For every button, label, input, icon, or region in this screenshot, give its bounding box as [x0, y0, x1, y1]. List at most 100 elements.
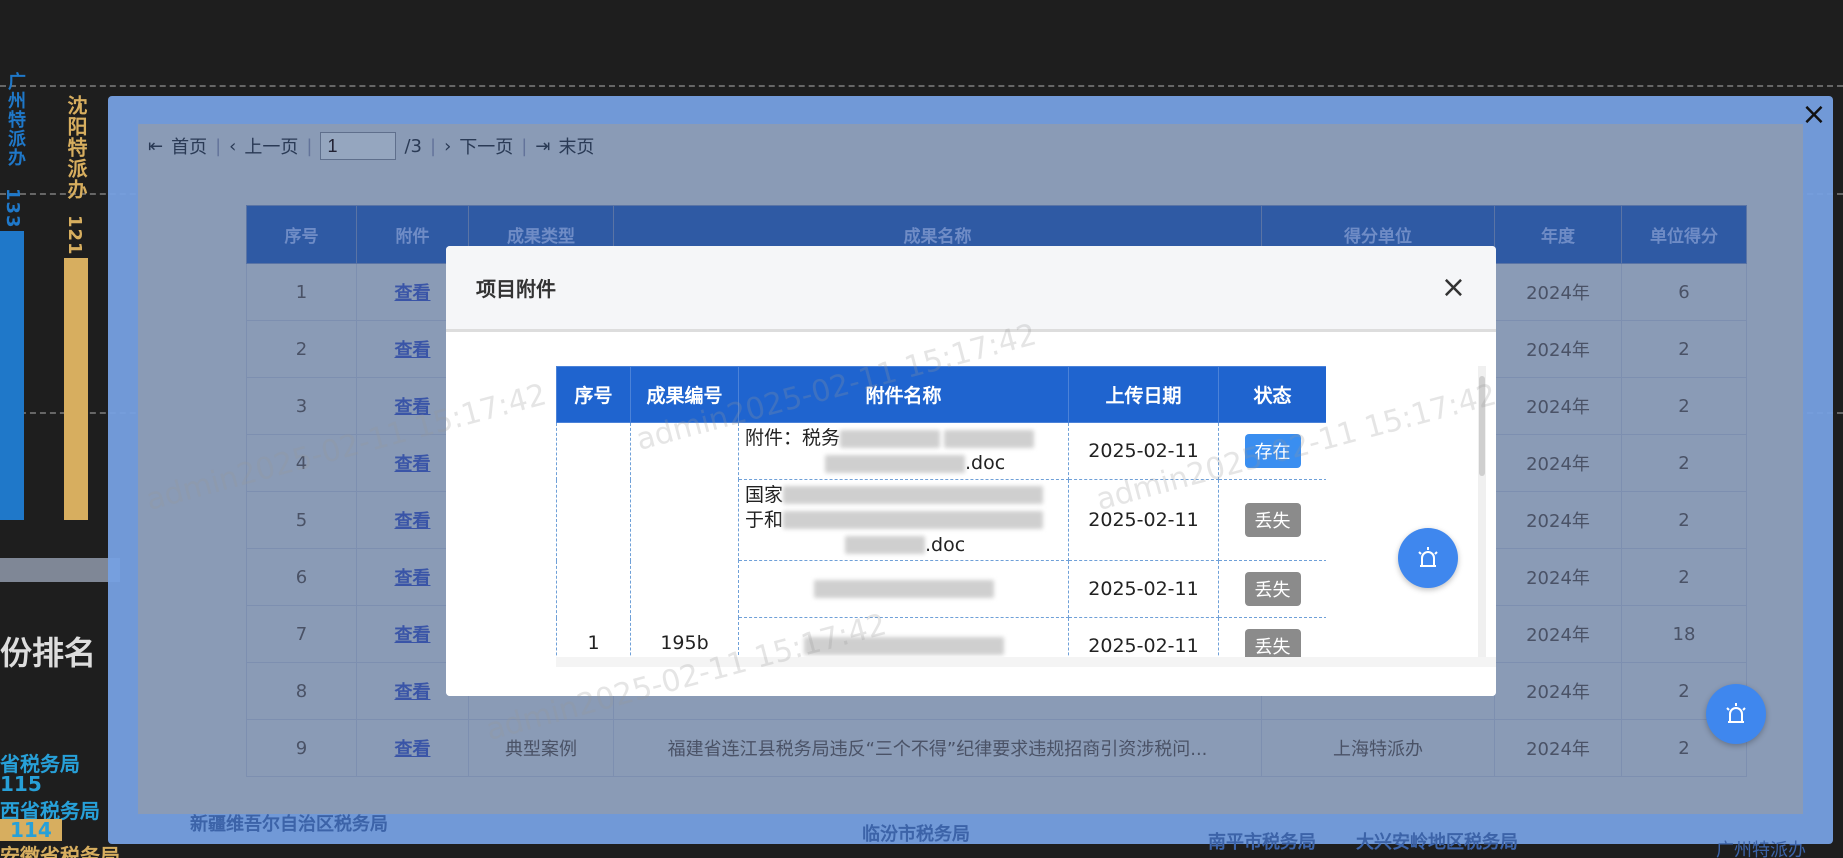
modal-header: 项目附件 ×	[446, 246, 1496, 330]
row-number: 1	[556, 422, 631, 657]
bar-value: 121	[64, 215, 85, 256]
footer-label: 大兴安岭地区税务局	[1356, 832, 1518, 853]
year: 2024年	[1494, 263, 1622, 321]
status-badge[interactable]: 丢失	[1244, 629, 1301, 657]
prev-page-button[interactable]: 上一页	[244, 133, 298, 159]
footer-label: 广州特派办	[1716, 840, 1806, 858]
vertical-scrollbar[interactable]	[1478, 366, 1486, 657]
attachment-name[interactable]	[738, 560, 1069, 618]
attachments-modal: 项目附件 × 序号 成果编号 附件名称 上传日期 状态 1 195b 附件：税务…	[446, 246, 1496, 696]
status-badge[interactable]: 丢失	[1244, 572, 1301, 606]
row-number: 3	[246, 377, 357, 435]
redacted-text	[840, 429, 941, 448]
page-input[interactable]	[320, 132, 397, 160]
unit-score: 2	[1621, 320, 1747, 378]
redacted-text	[944, 429, 1035, 448]
status-cell: 存在	[1218, 422, 1326, 480]
bar-label: 沈阳特派办	[64, 95, 88, 200]
next-page-button[interactable]: 下一页	[459, 133, 513, 159]
footer-label: 临汾市税务局	[862, 824, 970, 845]
ranking-title: 份排名	[0, 634, 97, 672]
attachment-ext: .doc	[925, 533, 966, 556]
column-header: 单位得分	[1621, 205, 1747, 264]
last-page-button[interactable]: 末页	[558, 133, 594, 159]
attachments-table: 序号 成果编号 附件名称 上传日期 状态 1 195b 附件：税务 .doc 2…	[556, 366, 1326, 657]
table-row: 1 195b 附件：税务 .doc 2025-02-11 存在	[556, 422, 1326, 657]
bar-value: 133	[2, 188, 23, 229]
row-number: 1	[246, 263, 357, 321]
year: 2024年	[1494, 320, 1622, 378]
column-header: 年度	[1494, 205, 1622, 264]
outer-close-button[interactable]: ×	[1800, 100, 1828, 130]
alarm-button[interactable]	[1706, 684, 1766, 744]
status-cell: 丢失	[1218, 560, 1326, 618]
row-number: 6	[246, 548, 357, 606]
score-unit: 上海特派办	[1261, 719, 1495, 777]
alarm-button[interactable]	[1398, 528, 1458, 588]
row-number: 5	[246, 491, 357, 549]
rank-item: 安徽省税务局	[0, 844, 120, 858]
redacted-text	[803, 637, 1004, 655]
scrollbar-thumb[interactable]	[1479, 376, 1485, 476]
attachment-name[interactable]	[738, 617, 1069, 657]
status-badge[interactable]: 丢失	[1244, 503, 1301, 537]
attachments-scroll[interactable]: 序号 成果编号 附件名称 上传日期 状态 1 195b 附件：税务 .doc 2…	[556, 366, 1326, 657]
row-number: 9	[246, 719, 357, 777]
first-page-icon: ⇤	[148, 135, 164, 157]
footer-label: 南平市税务局	[1208, 832, 1316, 853]
redacted-text	[783, 486, 1044, 504]
year: 2024年	[1494, 434, 1622, 492]
row-number: 2	[246, 320, 357, 378]
column-header: 附件名称	[738, 366, 1069, 423]
redacted-text	[783, 511, 1044, 529]
redacted-text	[813, 580, 994, 598]
year: 2024年	[1494, 662, 1622, 720]
chevron-right-icon: ›	[444, 135, 452, 157]
horizontal-scrollbar[interactable]	[556, 657, 1496, 667]
scroll-strip	[0, 558, 120, 582]
bar	[0, 231, 24, 520]
redacted-text	[845, 536, 925, 554]
attachment-ext: .doc	[965, 452, 1006, 474]
divider: |	[429, 135, 437, 157]
unit-score: 2	[1621, 377, 1747, 435]
upload-date: 2025-02-11	[1068, 560, 1219, 618]
unit-score: 2	[1621, 434, 1747, 492]
rank-value: 114	[10, 818, 52, 842]
status-badge[interactable]: 存在	[1244, 434, 1301, 468]
status-cell: 丢失	[1218, 479, 1326, 561]
grid-line	[0, 85, 1843, 87]
modal-close-button[interactable]: ×	[1441, 272, 1466, 302]
upload-date: 2025-02-11	[1068, 617, 1219, 657]
pagination: ⇤ 首页 | ‹ 上一页 | /3 | › 下一页 | ⇥ 末页	[148, 132, 594, 160]
divider: |	[306, 135, 313, 157]
row-number: 8	[246, 662, 357, 720]
attachment-name-text: 附件：税务	[745, 427, 841, 449]
last-page-icon: ⇥	[535, 135, 551, 157]
first-page-button[interactable]: 首页	[171, 133, 207, 159]
result-code: 195b	[630, 422, 739, 657]
year: 2024年	[1494, 491, 1622, 549]
footer-label: 新疆维吾尔自治区税务局	[190, 814, 388, 835]
bar	[64, 258, 88, 520]
attachment-name[interactable]: 附件：税务 .doc	[738, 422, 1069, 480]
table-row: 9 查看 典型案例 福建省连江县税务局违反“三个不得”纪律要求违规招商引资涉税问...…	[246, 719, 1747, 777]
alarm-icon	[1418, 547, 1438, 567]
column-header: 成果编号	[630, 366, 739, 423]
alarm-icon	[1726, 703, 1746, 723]
table-header: 序号 成果编号 附件名称 上传日期 状态	[556, 366, 1326, 423]
unit-score: 18	[1621, 605, 1747, 663]
attachment-name[interactable]: 国家 于和 .doc	[738, 479, 1069, 561]
divider: |	[215, 135, 222, 157]
attachment-name-text: 国家	[745, 483, 784, 506]
divider: |	[521, 135, 528, 157]
year: 2024年	[1494, 377, 1622, 435]
page-total: /3	[404, 135, 422, 157]
column-header: 序号	[556, 366, 631, 423]
unit-score: 2	[1621, 548, 1747, 606]
modal-title: 项目附件	[476, 277, 556, 301]
view-link[interactable]: 查看	[356, 719, 469, 777]
row-number: 4	[246, 434, 357, 492]
unit-score: 2	[1621, 491, 1747, 549]
upload-date: 2025-02-11	[1068, 422, 1219, 480]
